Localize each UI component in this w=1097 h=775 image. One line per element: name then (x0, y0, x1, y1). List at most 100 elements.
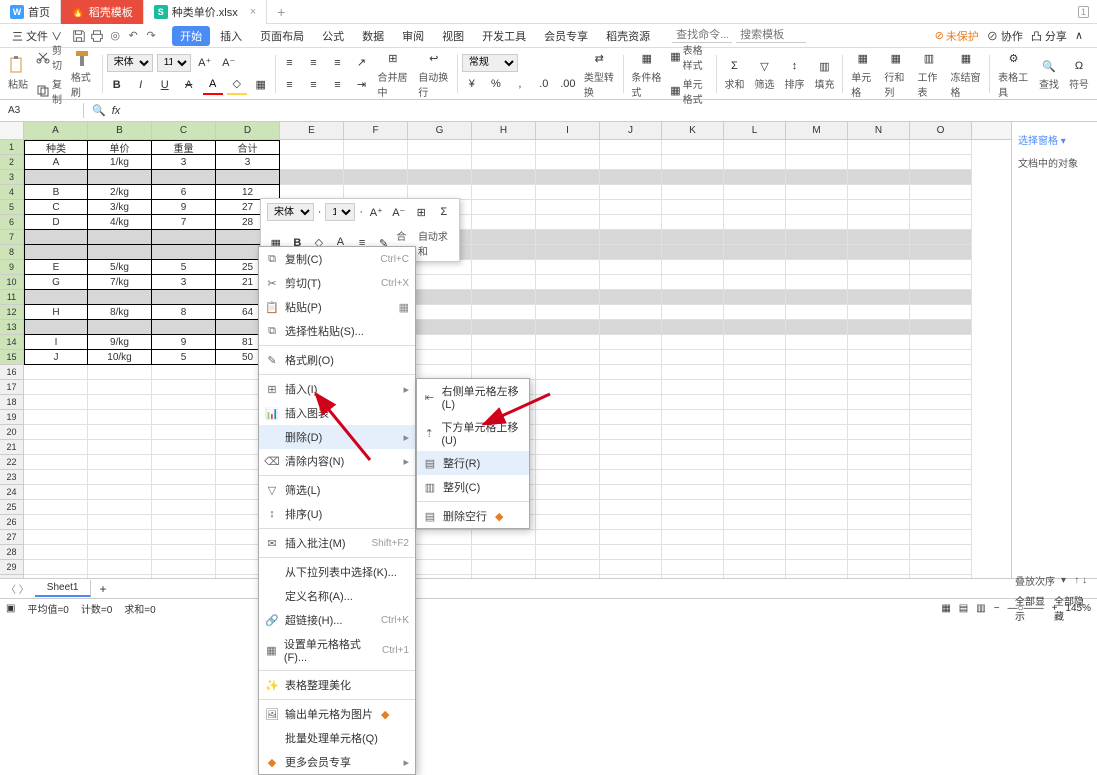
cell-B9[interactable]: 5/kg (88, 260, 152, 275)
cell-H11[interactable] (472, 290, 536, 305)
inc-decimal-icon[interactable]: .0 (534, 74, 554, 94)
cell-B3[interactable] (88, 170, 152, 185)
cell-K18[interactable] (662, 395, 724, 410)
cell-G28[interactable] (408, 545, 472, 560)
cell-A29[interactable] (24, 560, 88, 575)
cell-N14[interactable] (848, 335, 910, 350)
row-head-17[interactable]: 17 (0, 380, 24, 395)
cell-N3[interactable] (848, 170, 910, 185)
cell-B24[interactable] (88, 485, 152, 500)
cell-I7[interactable] (536, 230, 600, 245)
cell-J27[interactable] (600, 530, 662, 545)
tab-home[interactable]: W 首页 (0, 0, 61, 24)
dec-decimal-icon[interactable]: .00 (558, 74, 578, 94)
cell-C1[interactable]: 重量 (152, 140, 216, 155)
cell-K25[interactable] (662, 500, 724, 515)
row-head-30[interactable]: 30 (0, 575, 24, 578)
cell-N15[interactable] (848, 350, 910, 365)
type-convert-button[interactable]: ⇄ (589, 49, 609, 69)
col-head-J[interactable]: J (600, 122, 662, 139)
collaborate-button[interactable]: ⊘ 协作 (987, 28, 1023, 44)
copy-button[interactable]: 复制 (34, 75, 65, 107)
cell-M6[interactable] (786, 215, 848, 230)
cell-O30[interactable] (910, 575, 972, 578)
freeze-button[interactable]: ▦ (956, 49, 976, 69)
cell-A8[interactable] (24, 245, 88, 260)
cell-I6[interactable] (536, 215, 600, 230)
cell-M29[interactable] (786, 560, 848, 575)
col-head-B[interactable]: B (88, 122, 152, 139)
table-style-button[interactable]: ▦ 表格样式 (668, 41, 711, 73)
cell-J26[interactable] (600, 515, 662, 530)
italic-button[interactable]: I (131, 75, 151, 95)
protect-status[interactable]: ⊘ 未保护 (935, 28, 979, 44)
cell-O8[interactable] (910, 245, 972, 260)
cell-L13[interactable] (724, 320, 786, 335)
cell-F3[interactable] (344, 170, 408, 185)
cell-B15[interactable]: 10/kg (88, 350, 152, 365)
cell-C11[interactable] (152, 290, 216, 305)
ctx-smart-beauty[interactable]: ✨表格整理美化 (259, 673, 415, 697)
cell-L3[interactable] (724, 170, 786, 185)
show-all-button[interactable]: 全部显示 (1015, 593, 1048, 623)
cell-C23[interactable] (152, 470, 216, 485)
ribbon-tab-4[interactable]: 数据 (354, 26, 392, 46)
row-head-6[interactable]: 6 (0, 215, 24, 230)
font-color-button[interactable]: A (203, 75, 223, 95)
cell-M22[interactable] (786, 455, 848, 470)
zoom-out-button[interactable]: − (994, 603, 1000, 614)
cell-L29[interactable] (724, 560, 786, 575)
ctx-cell-format[interactable]: ▦设置单元格格式(F)...Ctrl+1 (259, 632, 415, 668)
col-head-G[interactable]: G (408, 122, 472, 139)
cell-K13[interactable] (662, 320, 724, 335)
cell-N20[interactable] (848, 425, 910, 440)
align-left-icon[interactable]: ≡ (279, 75, 299, 95)
fx-icon[interactable]: fx (112, 105, 121, 117)
cell-H30[interactable] (472, 575, 536, 578)
cell-H2[interactable] (472, 155, 536, 170)
col-head-C[interactable]: C (152, 122, 216, 139)
cell-J12[interactable] (600, 305, 662, 320)
cell-K23[interactable] (662, 470, 724, 485)
cell-N2[interactable] (848, 155, 910, 170)
ctx-cut[interactable]: ✂剪切(T)Ctrl+X (259, 271, 415, 295)
sub-entire-col[interactable]: ▥整列(C) (417, 475, 529, 499)
preview-icon[interactable]: ◎ (108, 29, 122, 43)
cell-O27[interactable] (910, 530, 972, 545)
rowcol-button[interactable]: ▦ (886, 49, 906, 69)
ctx-dropdown[interactable]: 从下拉列表中选择(K)... (259, 560, 415, 584)
view-break-icon[interactable]: ▥ (976, 603, 985, 614)
cell-M3[interactable] (786, 170, 848, 185)
cell-C22[interactable] (152, 455, 216, 470)
cell-M1[interactable] (786, 140, 848, 155)
cell-M12[interactable] (786, 305, 848, 320)
cell-M17[interactable] (786, 380, 848, 395)
cell-L30[interactable] (724, 575, 786, 578)
row-head-19[interactable]: 19 (0, 410, 24, 425)
cell-C9[interactable]: 5 (152, 260, 216, 275)
cell-C27[interactable] (152, 530, 216, 545)
cell-D3[interactable] (216, 170, 280, 185)
tools-button[interactable]: ⚙ (1004, 49, 1024, 69)
cell-O4[interactable] (910, 185, 972, 200)
cell-L21[interactable] (724, 440, 786, 455)
row-head-18[interactable]: 18 (0, 395, 24, 410)
cell-C29[interactable] (152, 560, 216, 575)
cell-K14[interactable] (662, 335, 724, 350)
cell-O13[interactable] (910, 320, 972, 335)
cell-B19[interactable] (88, 410, 152, 425)
tab-template[interactable]: 🔥 稻壳模板 (61, 0, 144, 24)
cell-N26[interactable] (848, 515, 910, 530)
cell-B5[interactable]: 3/kg (88, 200, 152, 215)
cell-A7[interactable] (24, 230, 88, 245)
cell-N13[interactable] (848, 320, 910, 335)
cell-A15[interactable]: J (24, 350, 88, 365)
cell-G11[interactable] (408, 290, 472, 305)
paste-button[interactable] (8, 56, 28, 76)
col-head-N[interactable]: N (848, 122, 910, 139)
name-box[interactable]: A3 (0, 103, 84, 118)
cell-N12[interactable] (848, 305, 910, 320)
cell-H6[interactable] (472, 215, 536, 230)
cell-L5[interactable] (724, 200, 786, 215)
ctx-format-painter[interactable]: ✎格式刷(O) (259, 348, 415, 372)
